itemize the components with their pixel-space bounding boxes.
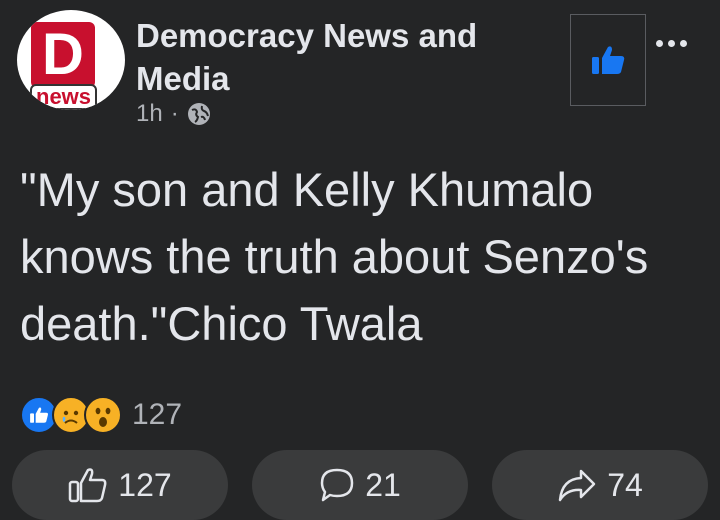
like-button[interactable]: 127 xyxy=(12,450,228,520)
more-dot xyxy=(680,40,687,47)
avatar-sub-label: news xyxy=(30,84,98,110)
comment-icon xyxy=(320,468,354,502)
thumbs-up-outline-icon xyxy=(69,468,107,503)
comment-button[interactable]: 21 xyxy=(252,450,468,520)
share-icon xyxy=(558,469,596,502)
like-page-button[interactable] xyxy=(570,14,646,106)
wow-reaction-icon xyxy=(84,396,122,434)
more-dot xyxy=(656,40,663,47)
post-meta: 1h · xyxy=(136,100,211,128)
page-avatar[interactable]: D news xyxy=(17,10,125,110)
thumbs-up-icon xyxy=(592,46,625,74)
post-text: "My son and Kelly Khumalo knows the trut… xyxy=(20,163,649,350)
avatar-logo: D xyxy=(31,22,95,88)
more-dot xyxy=(668,40,675,47)
share-button[interactable]: 74 xyxy=(492,450,708,520)
reactions-summary[interactable]: 127 xyxy=(20,396,182,434)
like-count: 127 xyxy=(118,466,172,503)
globe-icon xyxy=(187,103,210,125)
page-name-link[interactable]: Democracy News and Media xyxy=(136,14,536,100)
post-time[interactable]: 1h xyxy=(136,100,163,128)
reaction-count: 127 xyxy=(132,398,183,431)
avatar-letter: D xyxy=(42,22,84,87)
share-count: 74 xyxy=(607,466,643,503)
meta-separator: · xyxy=(170,100,179,127)
more-options-button[interactable] xyxy=(656,40,687,47)
comment-count: 21 xyxy=(365,466,401,503)
